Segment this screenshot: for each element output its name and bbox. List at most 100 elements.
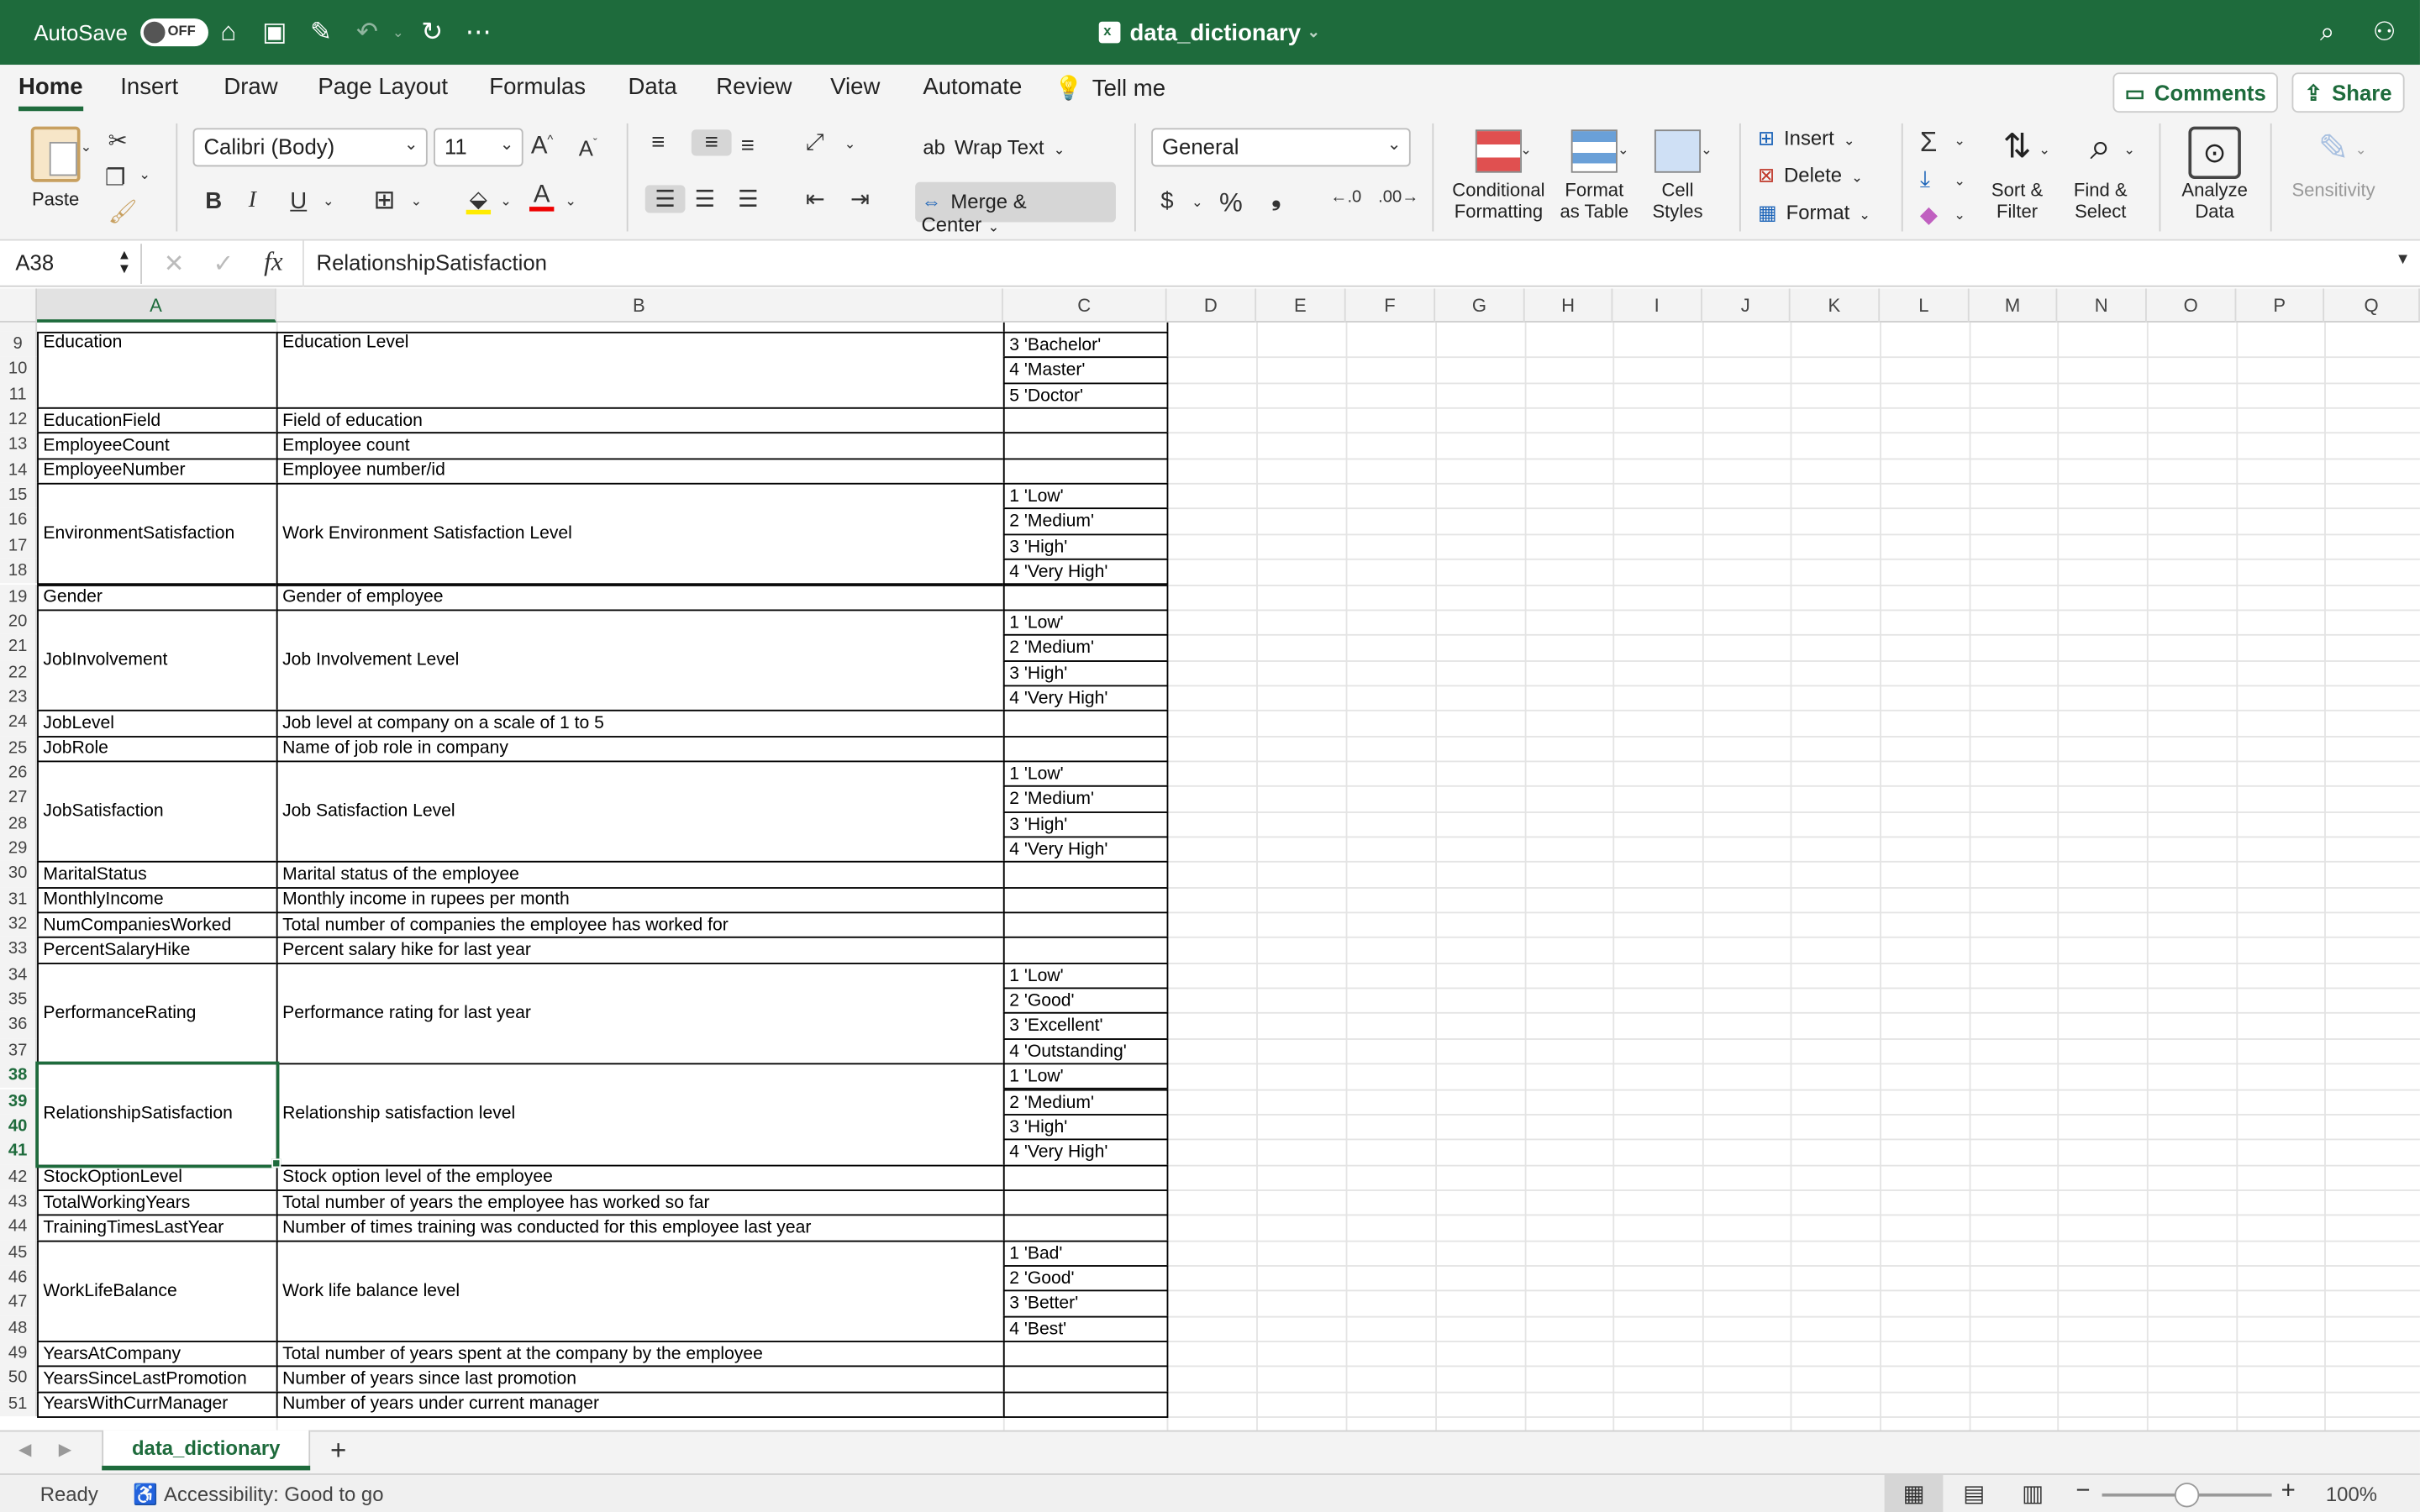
format-cells-button[interactable]: ▦ Format ⌄ [1758,201,1870,225]
column-header-K[interactable]: K [1791,288,1881,323]
row-header[interactable]: 50 [0,1366,38,1392]
row-header[interactable]: 44 [0,1214,38,1240]
cell-code[interactable]: 2 'Medium' [1002,508,1169,535]
cell-description[interactable]: Name of job role in company [276,735,1005,763]
cell-description[interactable]: Job Satisfaction Level [276,760,1005,864]
normal-view-button[interactable]: ▦ [1884,1474,1944,1512]
cell-field-name[interactable]: EmployeeCount [37,432,278,459]
row-header[interactable]: 34 [0,962,38,988]
row-header[interactable]: 14 [0,458,38,484]
cell-description[interactable]: Marital status of the employee [276,861,1005,889]
cell-description[interactable]: Percent salary hike for last year [276,937,1005,964]
cell-field-name[interactable]: TrainingTimesLastYear [37,1214,278,1242]
row-header[interactable]: 37 [0,1037,38,1063]
page-layout-view-icon[interactable]: ▤ [1963,1479,1985,1507]
tab-data[interactable]: Data [629,74,677,100]
column-header-H[interactable]: H [1525,288,1613,323]
home-icon[interactable]: ⌂ [213,17,244,48]
cell-description[interactable]: Relationship satisfaction level [276,1063,1005,1166]
column-header-D[interactable]: D [1167,288,1257,323]
cell-field-name[interactable]: MonthlyIncome [37,886,278,914]
row-header[interactable]: 36 [0,1012,38,1038]
row-header[interactable]: 45 [0,1239,38,1265]
cell-code[interactable]: 1 'Low' [1002,609,1169,637]
save-icon[interactable]: ▣ [260,17,291,48]
chevron-down-icon[interactable]: ⌄ [2039,142,2050,159]
cell-code[interactable]: 4 'Very High' [1002,685,1169,712]
cell-code[interactable]: 3 'High' [1002,533,1169,560]
row-header[interactable]: 12 [0,407,38,433]
column-header-Q[interactable]: Q [2324,288,2420,323]
cell-description[interactable]: Employee number/id [276,458,1005,485]
scroll-left-icon[interactable]: ◀ [18,1440,32,1459]
more-icon[interactable]: ⋯ [463,17,494,48]
row-header[interactable]: 26 [0,760,38,786]
analyze-data-button[interactable]: ⊙ Analyze Data [2175,126,2255,222]
tab-page-layout[interactable]: Page Layout [318,74,448,100]
column-header-I[interactable]: I [1612,288,1702,323]
row-header[interactable]: 33 [0,937,38,963]
cancel-entry-icon[interactable]: ✕ [164,249,185,280]
cell-code[interactable] [1002,458,1169,485]
cell-field-name[interactable]: EmployeeNumber [37,458,278,485]
row-header[interactable]: 49 [0,1341,38,1367]
cell-code[interactable]: 4 'Best' [1002,1315,1169,1342]
borders-icon[interactable]: ⊞ [373,185,395,216]
cell-description[interactable]: Total number of years spent at the compa… [276,1341,1005,1368]
cell-description[interactable]: Job Involvement Level [276,609,1005,712]
autosave[interactable]: AutoSave OFF [34,0,208,65]
increase-font-size-icon[interactable]: A^ [531,133,554,161]
cell-description[interactable]: Total number of years the employee has w… [276,1189,1005,1216]
cell-field-name[interactable]: Education [37,331,278,409]
cell-field-name[interactable]: TotalWorkingYears [37,1189,278,1216]
cell-description[interactable]: Number of years since last promotion [276,1366,1005,1393]
cell-code[interactable]: 1 'Low' [1002,962,1169,990]
zoom-level[interactable]: 100% [2326,1483,2377,1506]
cell-code[interactable]: 2 'Medium' [1002,634,1169,662]
row-header[interactable]: 29 [0,836,38,862]
fill-color-icon[interactable]: ⬙ [466,185,492,215]
cell-description[interactable]: Total number of companies the employee h… [276,911,1005,939]
cell-code[interactable] [1002,1391,1169,1418]
column-header-O[interactable]: O [2147,288,2237,323]
cell-code[interactable] [1002,735,1169,763]
cell-code[interactable] [1002,937,1169,964]
cell-description[interactable]: Job level at company on a scale of 1 to … [276,710,1005,738]
tab-home[interactable]: Home [18,74,83,112]
cell-code[interactable]: 4 'Very High' [1002,836,1169,864]
bold-icon[interactable]: B [205,188,222,214]
cell-code[interactable] [1002,407,1169,434]
comments-button[interactable]: ▭ Comments [2112,72,2278,113]
cell-code[interactable] [1002,1163,1169,1191]
tab-formulas[interactable]: Formulas [489,74,586,100]
cell-code[interactable] [1002,1189,1169,1216]
cell-code[interactable] [1002,710,1169,738]
autosum-dropdown-icon[interactable]: ⌄ [1954,133,1965,150]
row-header[interactable]: 48 [0,1315,38,1341]
currency-icon[interactable]: $ [1160,188,1173,214]
decrease-font-size-icon[interactable]: Aˇ [579,136,597,160]
cell-code[interactable]: 4 'Very High' [1002,559,1169,585]
fill-handle[interactable] [271,1158,281,1168]
italic-icon[interactable]: I [249,188,256,214]
cell-code[interactable]: 3 'Bachelor' [1002,331,1169,359]
row-header[interactable]: 30 [0,861,38,887]
cell-code[interactable] [1002,886,1169,914]
row-header[interactable]: 24 [0,710,38,736]
cell-description[interactable]: Number of times training was conducted f… [276,1214,1005,1242]
cell-code[interactable]: 3 'High' [1002,1113,1169,1141]
wrap-text-button[interactable]: ab Wrap Text ⌄ [923,136,1065,160]
cell-field-name[interactable]: JobLevel [37,710,278,738]
cell-code[interactable] [1002,911,1169,939]
tab-view[interactable]: View [830,74,880,100]
redo-icon[interactable]: ↻ [417,17,448,48]
row-header[interactable]: 38 [0,1063,38,1089]
cell-code[interactable] [1002,1214,1169,1242]
align-center-icon[interactable]: ☰ [695,185,716,213]
row-header[interactable]: 20 [0,609,38,635]
percent-icon[interactable]: % [1219,188,1243,219]
cell-code[interactable]: 4 'Master' [1002,356,1169,384]
cell-code[interactable]: 5 'Doctor' [1002,381,1169,409]
cell-code[interactable]: 3 'High' [1002,659,1169,687]
format-painter-icon[interactable]: 🖌 [108,197,138,225]
